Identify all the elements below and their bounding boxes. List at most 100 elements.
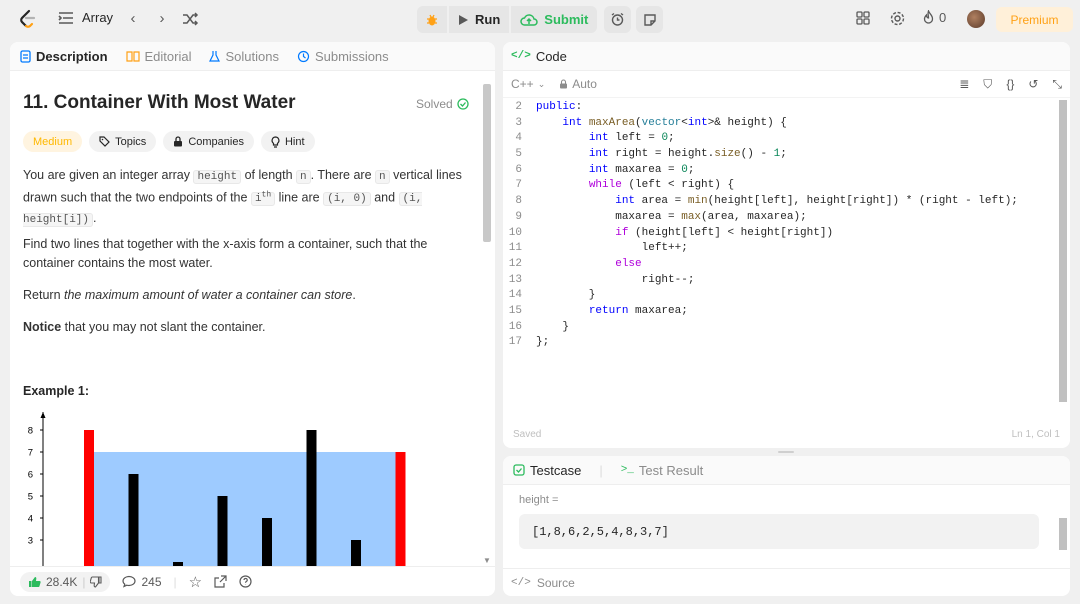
code-text: int right = height.size() - 1; (588, 148, 787, 161)
code-line[interactable]: 8 int area = min(height[left], height[ri… (503, 194, 1053, 210)
code-line[interactable]: 2 public: (503, 100, 1053, 116)
tab-description[interactable]: Description (20, 49, 108, 64)
leetcode-logo-icon[interactable] (17, 9, 37, 29)
bookmark-icon[interactable]: ⛉ (983, 77, 992, 92)
divider: | (82, 574, 86, 589)
auto-mode-toggle[interactable]: Auto (559, 77, 597, 91)
notes-button[interactable] (636, 6, 663, 33)
grid-layout-icon[interactable] (855, 10, 871, 26)
tab-solutions-label: Solutions (225, 48, 279, 64)
code-line[interactable]: 12 else (503, 257, 1053, 273)
chevron-right-icon[interactable]: › (153, 10, 171, 28)
code-line[interactable]: 5 int right = height.size() - 1; (503, 147, 1053, 163)
code-line[interactable]: 11 left++; (503, 241, 1053, 257)
inline-code: (i, 0) (323, 192, 371, 207)
avatar[interactable] (967, 10, 985, 28)
tab-submissions[interactable]: Submissions (297, 49, 389, 64)
problem-statement-p4: Notice that you may not slant the contai… (23, 318, 463, 337)
code-line[interactable]: 17}; (503, 335, 1053, 351)
testcase-input[interactable]: [1,8,6,2,5,4,8,3,7] (519, 514, 1039, 549)
line-number: 11 (508, 242, 522, 255)
code-scrollbar[interactable] (1059, 100, 1067, 402)
code-text: int area = min(height[left], height[righ… (615, 195, 1018, 208)
example-title: Example 1: (23, 384, 90, 398)
editor-actions: ≣ ⛉ {} ↺ ⤡ (959, 77, 1062, 92)
code-line[interactable]: 9 maxarea = max(area, maxarea); (503, 210, 1053, 226)
tab-test-result[interactable]: >_ Test Result (621, 463, 704, 478)
code-line[interactable]: 15 return maxarea; (503, 304, 1053, 320)
code-line[interactable]: 14 } (503, 288, 1053, 304)
shuffle-icon[interactable] (181, 10, 199, 28)
star-icon[interactable]: ☆ (189, 573, 202, 591)
submit-button[interactable]: Submit (511, 6, 598, 33)
timer-button[interactable] (604, 6, 631, 33)
tab-test-result-label: Test Result (638, 462, 704, 478)
premium-button[interactable]: Premium (996, 7, 1073, 32)
y-axis-arrow (40, 412, 46, 418)
chevron-down-icon: ⌄ (537, 78, 546, 89)
code-line[interactable]: 7 while (left < right) { (503, 178, 1053, 194)
comments-button[interactable]: 245 (122, 575, 162, 589)
code-line[interactable]: 3 int maxArea(vector<int>& height) { (503, 116, 1053, 132)
expand-icon[interactable]: ⤡ (1052, 77, 1062, 92)
tab-editorial[interactable]: Editorial (125, 49, 191, 64)
tab-testcase[interactable]: Testcase (513, 463, 581, 478)
tab-code[interactable]: </> Code (511, 49, 567, 64)
y-tick-label: 4 (28, 514, 33, 525)
share-icon[interactable] (214, 575, 227, 588)
gear-icon[interactable] (889, 10, 906, 27)
tab-testcase-label: Testcase (530, 462, 582, 478)
run-submit-group: Run Submit (417, 6, 598, 33)
problem-list-nav[interactable]: Array (58, 10, 113, 25)
testcase-tabs: Testcase | >_ Test Result (503, 456, 1070, 485)
text: Return (23, 288, 64, 302)
topics-tag[interactable]: Topics (89, 131, 157, 152)
code-text: right--; (536, 273, 695, 286)
run-button[interactable]: Run (449, 6, 510, 33)
inline-code-text: i (254, 193, 262, 206)
code-editor[interactable]: 2 public: 3 int maxArea(vector<int>& heigh… (503, 100, 1053, 351)
format-icon[interactable]: ≣ (959, 77, 969, 92)
example-chart: 3 4 5 6 7 8 (28, 412, 406, 568)
line-number: 8 (515, 195, 522, 208)
code-line[interactable]: 10 if (height[left] < height[right]) (503, 226, 1053, 242)
code-line[interactable]: 6 int maxarea = 0; (503, 163, 1053, 179)
lightbulb-icon (271, 135, 280, 148)
source-button[interactable]: </> Source (503, 568, 1070, 596)
resize-handle[interactable] (778, 451, 794, 453)
source-label: Source (536, 575, 575, 590)
code-line[interactable]: 16 } (503, 320, 1053, 336)
line-number: 12 (508, 257, 522, 270)
saved-status: Saved (513, 428, 542, 440)
superscript: th (261, 190, 272, 200)
braces-icon[interactable]: {} (1006, 77, 1014, 92)
terminal-icon: >_ (620, 464, 634, 476)
language-select[interactable]: C++ ⌄ (511, 77, 545, 91)
line-number: 15 (508, 304, 522, 317)
code-line[interactable]: 4 int left = 0; (503, 131, 1053, 147)
tab-solutions[interactable]: Solutions (209, 48, 279, 64)
description-scrollbar[interactable] (483, 84, 491, 242)
testcase-scrollbar[interactable] (1059, 518, 1067, 550)
code-text: int maxarea = 0; (588, 163, 695, 176)
document-icon (20, 49, 31, 63)
hint-tag[interactable]: Hint (260, 131, 315, 152)
scroll-down-arrow-icon[interactable]: ▼ (483, 556, 491, 565)
reset-icon[interactable]: ↺ (1028, 77, 1038, 92)
debug-button[interactable] (417, 6, 447, 33)
companies-tag[interactable]: Companies (163, 131, 254, 152)
line-number: 9 (515, 210, 522, 223)
like-button[interactable]: 28.4K | (20, 571, 111, 592)
streak-counter[interactable]: 0 (922, 10, 946, 25)
code-line[interactable]: 13 right--; (503, 273, 1053, 289)
chevron-left-icon[interactable]: ‹ (124, 10, 142, 28)
line-number: 4 (515, 132, 522, 145)
param-label: height = (519, 494, 559, 506)
thumbs-down-icon[interactable] (90, 575, 103, 588)
inline-code: height (193, 170, 242, 184)
code-text: } (536, 320, 570, 333)
help-circle-icon[interactable] (239, 575, 252, 588)
code-brackets-icon: </> (511, 50, 531, 62)
list-icon (58, 11, 73, 24)
data-bar (128, 474, 139, 568)
